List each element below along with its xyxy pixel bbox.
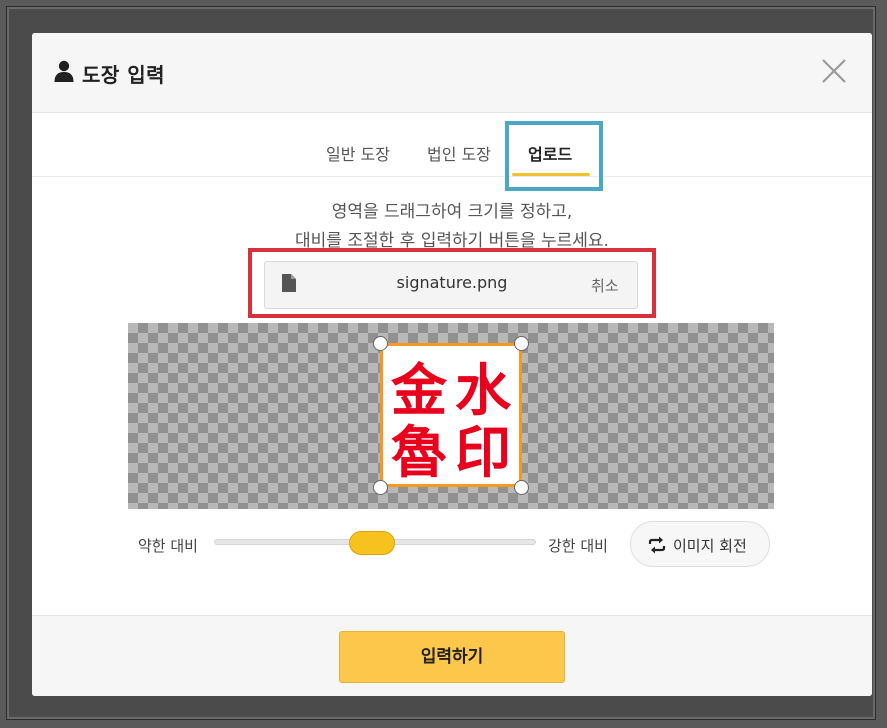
annotation-highlight-upload-tab [505,121,603,191]
submit-button[interactable]: 입력하기 [339,631,565,683]
rotate-image-button[interactable]: 이미지 회전 [630,521,770,567]
stamp-input-dialog: 도장 입력 일반 도장 법인 도장 업로드 영역을 드래그하여 크기를 정하고,… [32,33,872,696]
crop-handle-bottom-right[interactable] [514,480,529,495]
annotation-highlight-file-bar [248,248,656,318]
instruction-line-1: 영역을 드래그하여 크기를 정하고, [331,202,573,222]
crop-handle-top-left[interactable] [373,336,388,351]
user-icon [54,60,74,82]
stamp-char-4: 印 [455,421,511,480]
dialog-footer: 입력하기 [32,615,872,696]
crop-handle-bottom-left[interactable] [373,480,388,495]
stamp-char-2: 水 [455,359,512,424]
dialog-header: 도장 입력 [32,33,872,113]
close-icon[interactable] [820,57,848,85]
contrast-slider-thumb[interactable] [348,531,395,555]
weak-contrast-label: 약한 대비 [138,537,198,555]
crop-selection[interactable]: 金 水 魯 印 [380,343,522,487]
rotate-image-label: 이미지 회전 [673,537,747,555]
crop-handle-top-right[interactable] [514,336,529,351]
tab-general-stamp[interactable]: 일반 도장 [326,141,390,165]
tab-corporate-stamp[interactable]: 법인 도장 [427,141,491,165]
crop-canvas[interactable]: 金 水 魯 印 [128,323,774,509]
strong-contrast-label: 강한 대비 [548,537,608,555]
stamp-type-tabs: 일반 도장 법인 도장 업로드 [32,113,872,177]
stamp-image: 金 水 魯 印 [390,359,512,480]
contrast-control: 약한 대비 강한 대비 이미지 회전 [32,521,872,569]
stamp-char-1: 金 [390,359,448,424]
dialog-title: 도장 입력 [82,63,166,87]
stamp-char-3: 魯 [391,421,447,480]
rotate-icon [648,536,666,554]
